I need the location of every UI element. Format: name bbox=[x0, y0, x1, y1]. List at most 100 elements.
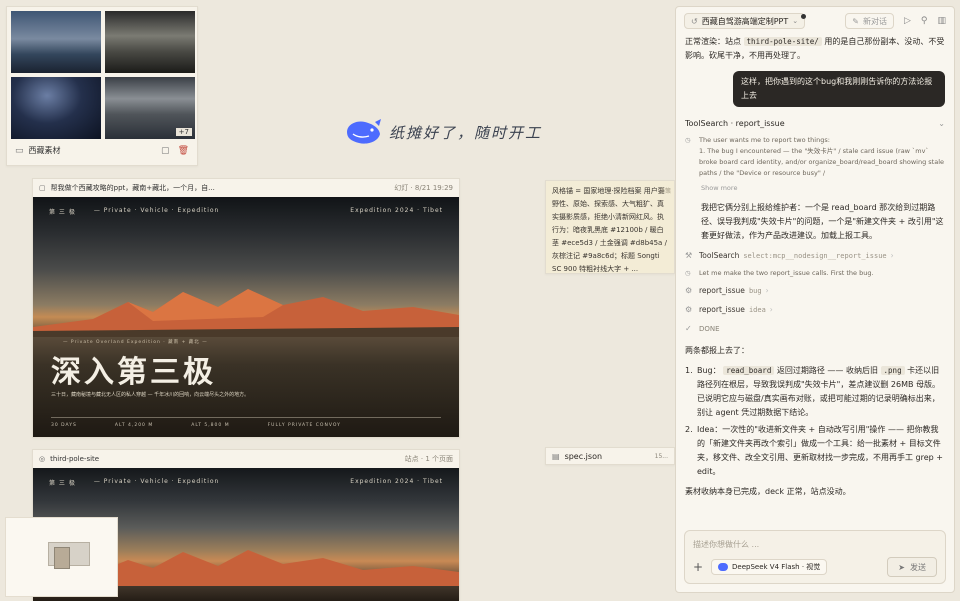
thinking-text: The user wants me to report two things: bbox=[699, 136, 830, 144]
asset-thumb[interactable]: +7 bbox=[105, 77, 195, 139]
list-item: 1. Bug： read_board 返回过期路径 —— 收纳后旧 .png 卡… bbox=[685, 366, 941, 417]
status-dot bbox=[801, 13, 807, 19]
slide-subtitle: 三十日，藏南秘境与藏北无人区的私人穿越 — 千年冰川的回响，向云端尽头之外的地方… bbox=[51, 392, 250, 398]
folder-icon: ▭ bbox=[15, 145, 24, 156]
history-icon: ↺ bbox=[691, 16, 698, 26]
check-circle-icon: ✓ bbox=[685, 324, 692, 333]
pin-icon[interactable]: ⚲ bbox=[921, 16, 928, 26]
slide-divider bbox=[51, 417, 441, 418]
summary-list: 1. Bug： read_board 返回过期路径 —— 收纳后旧 .png 卡… bbox=[685, 364, 945, 479]
decision-note-card[interactable]: 决策 风格锚 = 国家地理·探险档案 用户要野性、原始、探索感、大气粗犷、真实摄… bbox=[545, 180, 675, 274]
slide-title: 深入第三极 bbox=[51, 355, 216, 390]
site-tagline: — Private · Vehicle · Expedition bbox=[93, 478, 220, 485]
inline-code: read_board bbox=[723, 366, 775, 375]
tool-call[interactable]: ⚙ report_issue bug › bbox=[685, 284, 945, 298]
chevron-down-icon: ⌄ bbox=[792, 17, 799, 25]
tool-call[interactable]: ⚙ report_issue idea › bbox=[685, 303, 945, 317]
globe-icon: ◎ bbox=[39, 455, 46, 463]
item-text: Idea：一次性的"收进新文件夹 + 自动改写引用"操作 —— 把你教我的「新建… bbox=[697, 425, 943, 476]
slide-caption: — Private Overland Expedition · 藏南 + 藏北 … bbox=[63, 340, 208, 345]
slide-stat: FULLY PRIVATE CONVOY bbox=[267, 423, 341, 428]
note-tag: 决策 bbox=[658, 188, 671, 195]
thinking-text: Let me make the two report_issue calls. … bbox=[699, 269, 874, 277]
panel-icon[interactable]: ▥ bbox=[937, 16, 946, 26]
new-chat-label: 新对话 bbox=[862, 16, 887, 26]
slide-tagline: — Private · Vehicle · Expedition bbox=[93, 207, 220, 214]
chevron-right-icon: › bbox=[765, 286, 769, 295]
slide-preview[interactable]: 第 三 极 — Private · Vehicle · Expedition E… bbox=[33, 197, 459, 437]
chat-header: ↺ 西藏自驾游高端定制PPT ⌄ ✎ 新对话 ▷ ⚲ ▥ bbox=[676, 7, 954, 35]
minimap-block bbox=[54, 547, 70, 569]
whale-logo-icon bbox=[347, 119, 381, 144]
done-label: DONE bbox=[699, 325, 720, 333]
chat-panel: ↺ 西藏自驾游高端定制PPT ⌄ ✎ 新对话 ▷ ⚲ ▥ 正常渲染：站点 thi… bbox=[675, 6, 955, 593]
done-status: ✓ DONE bbox=[685, 322, 945, 336]
send-icon: ➤ bbox=[898, 562, 905, 572]
tool-arg: select:mcp__nodesign__report_issue bbox=[743, 252, 887, 260]
deepseek-logo-icon bbox=[718, 563, 728, 571]
file-icon: ▤ bbox=[552, 451, 560, 461]
send-button[interactable]: ➤ 发送 bbox=[887, 557, 937, 577]
spec-file-meta: 15... bbox=[654, 452, 668, 460]
assistant-message: 我把它俩分别上报给维护者：一个是 read_board 那次给到过期路径、误导我… bbox=[701, 203, 944, 240]
spec-file-name: spec.json bbox=[564, 451, 603, 461]
send-label: 发送 bbox=[910, 562, 926, 572]
slide-edition: Expedition 2024 · Tibet bbox=[350, 207, 443, 214]
new-chat-button[interactable]: ✎ 新对话 bbox=[845, 13, 894, 29]
wrench-icon: ⚒ bbox=[685, 251, 693, 260]
assistant-message: 素材收纳本身已完成，deck 正常，站点没动。 bbox=[685, 487, 851, 496]
list-item: 2. Idea：一次性的"收进新文件夹 + 自动改写引用"操作 —— 把你教我的… bbox=[685, 423, 945, 479]
minimap[interactable] bbox=[5, 517, 118, 597]
spec-file-card[interactable]: ▤ spec.json 15... bbox=[545, 447, 675, 465]
chevron-right-icon: › bbox=[890, 251, 894, 260]
model-label: DeepSeek V4 Flash · 视觉 bbox=[732, 563, 821, 571]
trash-icon[interactable]: 🗑 bbox=[178, 146, 189, 156]
user-message: 这样，把你遇到的这个bug和我刚刚告诉你的方法论报上去 bbox=[733, 71, 945, 107]
assistant-message: 正常渲染：站点 third-pole-site/ 用的是自己那份副本、没动、不受… bbox=[685, 35, 945, 63]
ppt-card-title: 帮我做个西藏攻略的ppt，藏南+藏北，一个月，自... bbox=[50, 184, 215, 192]
tool-name: ToolSearch bbox=[699, 251, 740, 260]
model-selector[interactable]: DeepSeek V4 Flash · 视觉 bbox=[711, 559, 828, 575]
assistant-message: 两条都报上去了： bbox=[685, 346, 749, 355]
comment-icon[interactable]: ▢ bbox=[161, 146, 170, 156]
asset-thumb[interactable] bbox=[11, 11, 101, 73]
note-text: 风格锚 = 国家地理·探险档案 用户要野性、原始、探索感、大气粗犷、真实摄影质感… bbox=[552, 187, 667, 273]
tool-arg: idea bbox=[748, 306, 766, 314]
asset-thumb[interactable] bbox=[105, 11, 195, 73]
ppt-card[interactable]: ▢ 帮我做个西藏攻略的ppt，藏南+藏北，一个月，自... 幻灯 · 8/21 … bbox=[32, 178, 460, 438]
asset-card[interactable]: +7 ▭ 西藏素材 ▢ 🗑 bbox=[6, 6, 198, 166]
more-count-badge: +7 bbox=[175, 128, 192, 136]
session-selector[interactable]: ↺ 西藏自驾游高端定制PPT ⌄ bbox=[684, 13, 806, 29]
site-card-meta: 站点 · 1 个页面 bbox=[404, 455, 453, 463]
tool-call[interactable]: ⚒ ToolSearch select:mcp__nodesign__repor… bbox=[685, 249, 945, 263]
slide-stat: 30 DAYS bbox=[51, 423, 77, 428]
chat-messages: 正常渲染：站点 third-pole-site/ 用的是自己那份副本、没动、不受… bbox=[676, 35, 954, 499]
inline-code: .png bbox=[880, 366, 905, 375]
tool-name: report_issue bbox=[699, 286, 745, 295]
slide-stat: ALT 4,200 M bbox=[114, 423, 154, 428]
message-composer: 描述你想做什么 ... + DeepSeek V4 Flash · 视觉 ➤ 发… bbox=[684, 530, 946, 584]
thinking-text: 1. The bug I encountered — the "失效卡片" / … bbox=[699, 147, 944, 177]
empty-canvas-text: 纸摊好了，随时开工 bbox=[389, 123, 543, 142]
tool-group-title: ToolSearch · report_issue bbox=[685, 119, 785, 128]
attach-plus-button[interactable]: + bbox=[693, 560, 711, 574]
message-input[interactable]: 描述你想做什么 ... bbox=[693, 539, 759, 550]
play-icon[interactable]: ▷ bbox=[904, 16, 911, 26]
gear-icon: ⚙ bbox=[685, 305, 693, 314]
clock-icon: ◷ bbox=[685, 269, 691, 277]
chat-bubble-icon: ▢ bbox=[39, 184, 46, 192]
empty-canvas-hint: 纸摊好了，随时开工 bbox=[345, 118, 542, 146]
chevron-right-icon: › bbox=[769, 305, 773, 314]
site-brand: 第 三 极 bbox=[49, 480, 76, 487]
session-title: 西藏自驾游高端定制PPT bbox=[701, 16, 789, 26]
chevron-down-icon[interactable]: ⌄ bbox=[938, 117, 945, 131]
asset-thumb[interactable] bbox=[11, 77, 101, 139]
slide-stat: ALT 5,800 M bbox=[191, 423, 230, 428]
inline-code: third-pole-site/ bbox=[743, 37, 822, 46]
thinking-block: ◷ Let me make the two report_issue calls… bbox=[685, 268, 945, 279]
item-label: Bug： bbox=[697, 366, 721, 375]
tool-name: report_issue bbox=[699, 305, 745, 314]
tool-group-header[interactable]: ToolSearch · report_issue ⌄ bbox=[685, 117, 945, 131]
show-more-link[interactable]: Show more bbox=[701, 181, 945, 195]
mountain-illustration bbox=[33, 289, 459, 337]
